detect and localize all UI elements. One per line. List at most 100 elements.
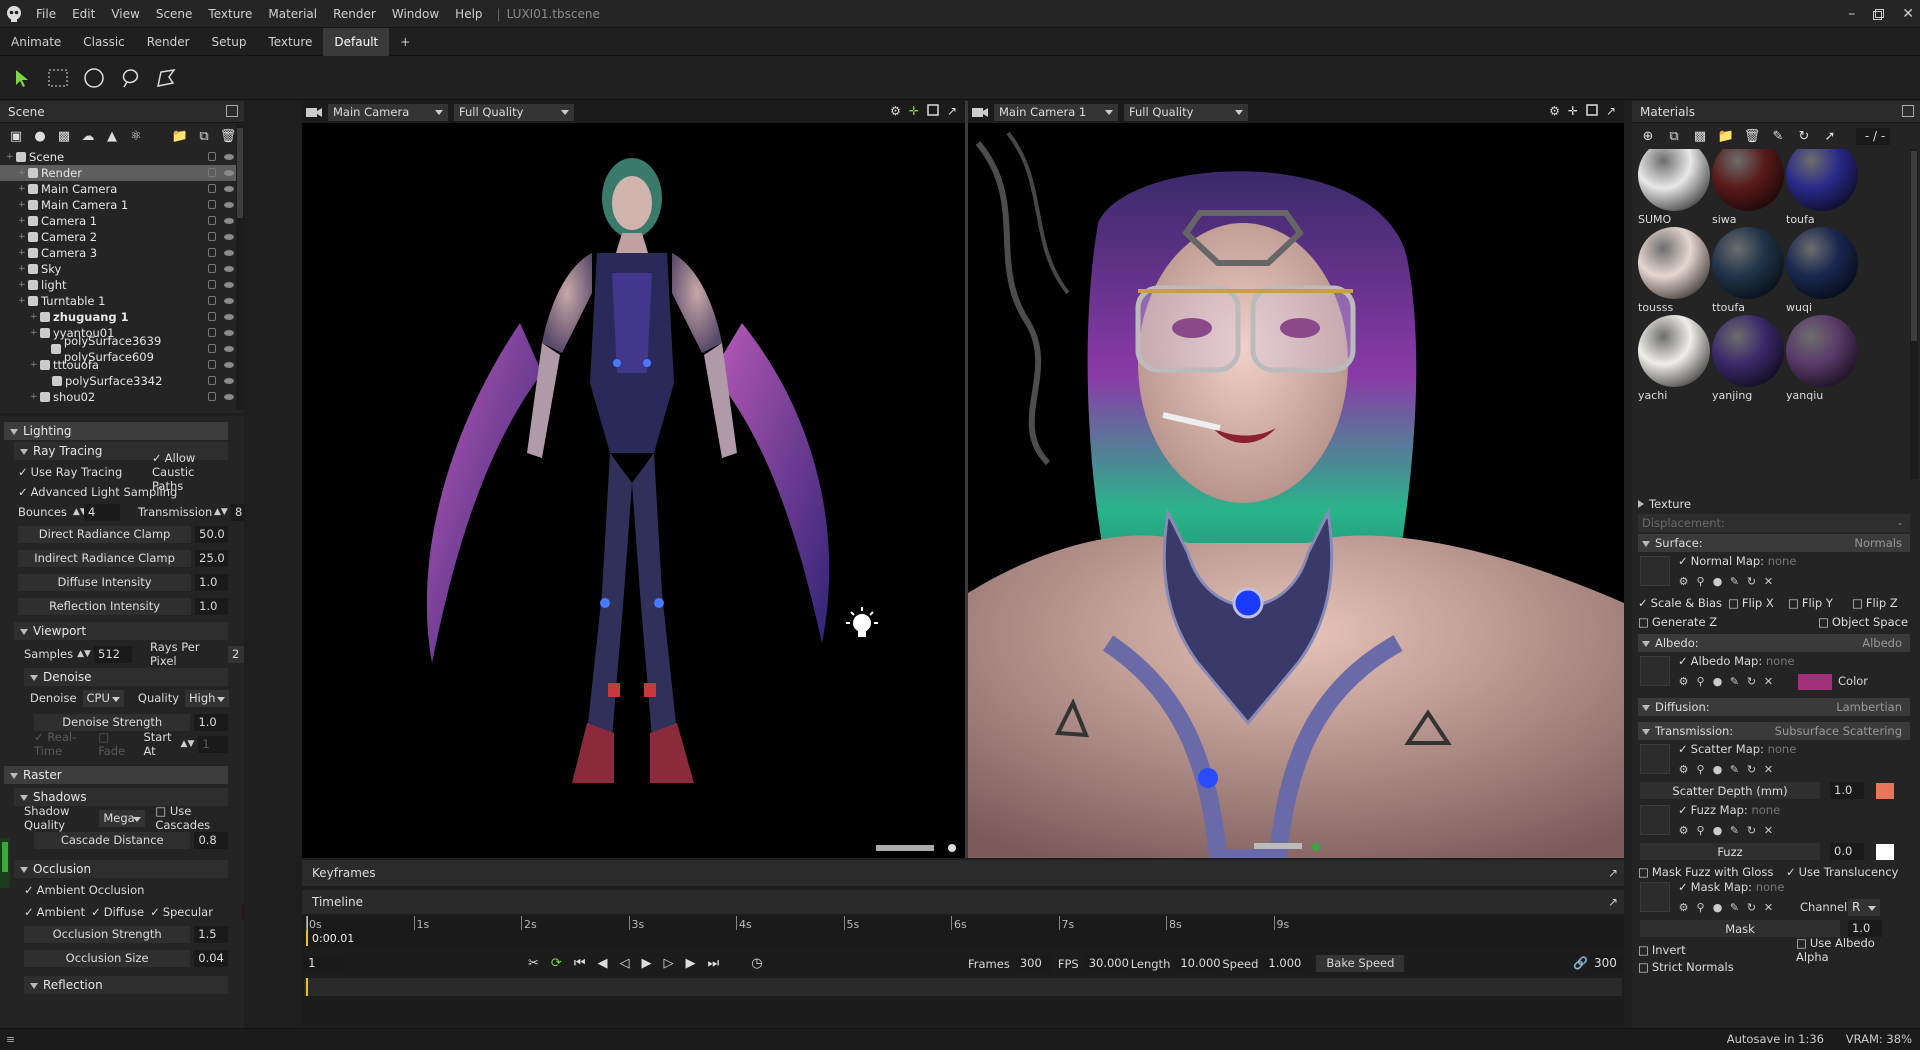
prev-key-icon[interactable]: ◀ [598, 956, 608, 971]
lighting-section[interactable]: Lighting [4, 422, 228, 440]
scene-tree-item[interactable]: + Main Camera [0, 181, 244, 197]
lock-icon[interactable] [208, 216, 216, 225]
albedo-section[interactable]: Albedo: Albedo [1638, 634, 1910, 652]
lock-icon[interactable] [208, 376, 216, 385]
refresh-icon[interactable]: ↻ [1746, 676, 1757, 687]
close-icon[interactable]: ✕ [1763, 576, 1774, 587]
add-sky-icon[interactable]: ☁ [80, 128, 96, 144]
diffuse-intensity-slider[interactable]: Diffuse Intensity [18, 573, 192, 591]
cascade-distance-value[interactable]: 0.8 [194, 831, 228, 849]
frame-field[interactable]: 1 [304, 955, 344, 972]
tab-animate[interactable]: Animate [0, 28, 72, 56]
share-icon[interactable]: ➚ [1822, 128, 1838, 144]
denoise-strength-slider[interactable]: Denoise Strength [34, 713, 191, 731]
expand-icon[interactable]: + [30, 389, 40, 405]
scatter-depth-slider[interactable]: Scatter Depth (mm) [1640, 782, 1820, 799]
denoise-section[interactable]: Denoise [24, 668, 228, 686]
scene-tree-item[interactable]: + zhuguang 1 [0, 309, 244, 325]
folder-icon[interactable]: 📁 [172, 128, 188, 144]
paint-icon[interactable]: ● [1712, 825, 1723, 836]
lock-icon[interactable] [208, 312, 216, 321]
rect-select-icon[interactable] [44, 64, 72, 92]
scene-tree-item[interactable]: + Scene [0, 149, 244, 165]
scene-scrollbar[interactable] [236, 124, 244, 410]
mask-slider[interactable]: Mask [1640, 920, 1840, 937]
fuzz-slider[interactable]: Fuzz [1640, 843, 1820, 860]
bounces-field[interactable]: 4 [84, 503, 120, 521]
camera-dropdown[interactable]: Main Camera [328, 103, 448, 121]
settings-gear-icon[interactable]: ⚙ [1678, 825, 1689, 836]
close-icon[interactable]: ✕ [1763, 825, 1774, 836]
reflection-intensity-value[interactable]: 1.0 [195, 597, 228, 615]
texture-section[interactable]: Texture [1638, 495, 1910, 512]
scene-tree-item[interactable]: polySurface3342 [0, 373, 244, 389]
refresh-icon[interactable]: ↻ [1746, 902, 1757, 913]
mask-value[interactable]: 1.0 [1848, 920, 1882, 937]
object-space-check[interactable]: □ Object Space [1818, 615, 1908, 629]
mask-fuzz-check[interactable]: □ Mask Fuzz with Gloss [1638, 865, 1773, 879]
start-at-spinner-icon[interactable]: ▲▼ [181, 739, 195, 749]
denoise-strength-value[interactable]: 1.0 [194, 713, 228, 731]
lock-icon[interactable] [208, 392, 216, 401]
denoise-device-dropdown[interactable]: CPU [82, 689, 124, 707]
link-icon[interactable]: 🔗 [1573, 956, 1588, 970]
transmission-spinner-icon[interactable]: ▲▼ [214, 507, 228, 517]
add-camera-icon[interactable]: ▩ [56, 128, 72, 144]
menu-material[interactable]: Material [260, 0, 325, 28]
occlusion-size-slider[interactable]: Occlusion Size [24, 949, 191, 967]
close-icon[interactable]: ✕ [1902, 6, 1914, 22]
refresh-icon[interactable]: ↻ [1746, 825, 1757, 836]
fade-check[interactable]: □ Fade [98, 730, 129, 758]
move-icon[interactable]: ✛ [1568, 104, 1578, 118]
scatter-depth-value[interactable]: 1.0 [1830, 782, 1864, 799]
generate-z-check[interactable]: □ Generate Z [1638, 615, 1717, 629]
popout-viewport-icon[interactable]: ↗ [947, 104, 957, 118]
scene-tree-item[interactable]: + Camera 2 [0, 229, 244, 245]
flip-z-check[interactable]: □ Flip Z [1852, 596, 1898, 610]
menu-help[interactable]: Help [447, 0, 490, 28]
timeline-ruler[interactable]: 0:00.01 0s 1s 2s 3s 4s 5s 6s 7s 8s 9s [302, 916, 1624, 946]
search-icon[interactable]: ⚲ [1695, 676, 1706, 687]
add-object-icon[interactable]: ▣ [8, 128, 24, 144]
material-thumbnail[interactable]: SUMO [1638, 149, 1714, 227]
eyedropper-icon[interactable]: ✎ [1729, 902, 1740, 913]
paint-icon[interactable]: ● [1712, 576, 1723, 587]
settings-gear-icon[interactable]: ⚙ [1678, 676, 1689, 687]
material-thumbnail[interactable]: yachi [1638, 315, 1714, 403]
lock-icon[interactable] [208, 296, 216, 305]
add-material-icon[interactable]: ⊕ [1640, 128, 1656, 144]
eyedropper-icon[interactable]: ✎ [1729, 764, 1740, 775]
invert-check[interactable]: □ Invert [1638, 943, 1686, 957]
surface-section[interactable]: Surface: Normals [1638, 534, 1910, 552]
visibility-eye-icon[interactable] [224, 202, 234, 208]
scene-tree-item[interactable]: + Turntable 1 [0, 293, 244, 309]
refresh-icon[interactable]: ↻ [1796, 128, 1812, 144]
search-icon[interactable]: ⚲ [1695, 902, 1706, 913]
menu-view[interactable]: View [103, 0, 147, 28]
eyedropper-icon[interactable]: ✎ [1729, 676, 1740, 687]
albedo-map-thumb[interactable] [1640, 656, 1670, 686]
menu-window[interactable]: Window [384, 0, 447, 28]
select-arrow-icon[interactable] [8, 64, 36, 92]
skip-end-icon[interactable]: ⏭ [708, 956, 720, 971]
advanced-light-sampling[interactable]: ✓ Advanced Light Sampling [4, 482, 228, 502]
tab-classic[interactable]: Classic [72, 28, 136, 56]
close-icon[interactable]: ✕ [1763, 764, 1774, 775]
lock-icon[interactable] [208, 344, 216, 353]
displacement-section[interactable]: Displacement: - [1638, 514, 1910, 532]
settings-gear-icon[interactable]: ⚙ [1549, 104, 1560, 118]
diffuse-intensity-value[interactable]: 1.0 [195, 573, 228, 591]
scissors-icon[interactable]: ✂ [528, 956, 539, 971]
lock-icon[interactable] [208, 200, 216, 209]
flip-y-check[interactable]: □ Flip Y [1788, 596, 1833, 610]
ambient-occlusion-check[interactable]: ✓ Ambient Occlusion [4, 880, 228, 900]
expand-icon[interactable]: + [30, 309, 40, 325]
expand-icon[interactable]: + [30, 357, 40, 373]
play-icon[interactable]: ▶ [642, 956, 652, 971]
camera-dropdown[interactable]: Main Camera 1 [994, 103, 1118, 121]
paint-icon[interactable]: ● [1712, 902, 1723, 913]
search-icon[interactable]: ⚲ [1695, 764, 1706, 775]
material-thumbnail[interactable]: yanjing [1712, 315, 1788, 403]
material-thumbnail[interactable]: yanqiu [1786, 315, 1862, 403]
loop-icon[interactable]: ⟳ [551, 956, 562, 971]
